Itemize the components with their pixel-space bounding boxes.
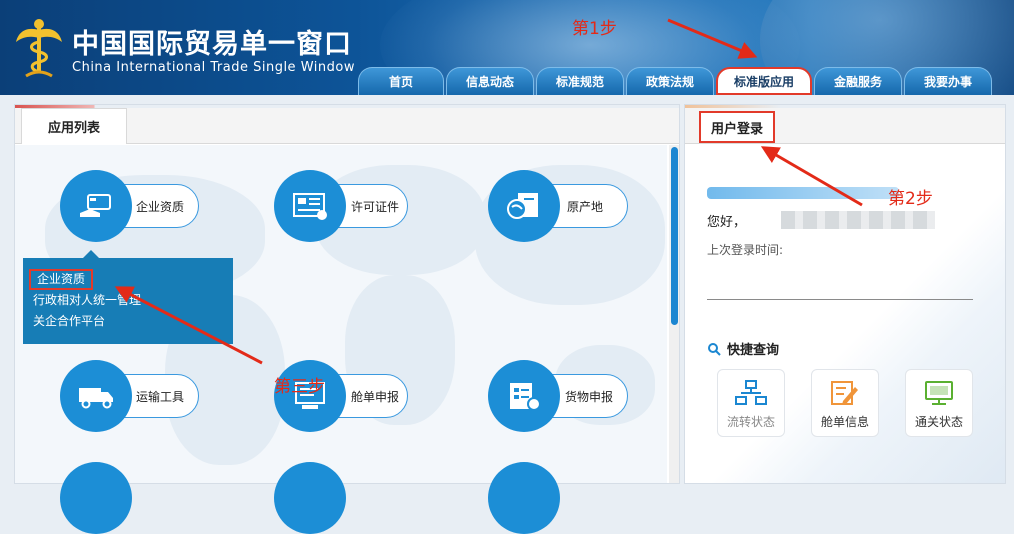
- search-icon: [708, 342, 721, 356]
- app-label: 运输工具: [136, 389, 185, 404]
- nav-tab-services[interactable]: 我要办事: [904, 67, 992, 95]
- nav-tab-standards[interactable]: 标准规范: [536, 67, 624, 95]
- app-icon-partial[interactable]: [488, 462, 560, 534]
- goods-package-icon[interactable]: [488, 360, 560, 432]
- blurred-username: [781, 211, 935, 229]
- origin-globe-icon[interactable]: [488, 170, 560, 242]
- edit-document-icon: [831, 381, 858, 405]
- app-icon-partial[interactable]: [274, 462, 346, 534]
- app-label: 企业资质: [136, 199, 185, 214]
- nav-tab-news[interactable]: 信息动态: [446, 67, 534, 95]
- tab-app-list[interactable]: 应用列表: [21, 108, 127, 144]
- dropdown-item-admin-counterpart[interactable]: 行政相对人统一管理: [33, 290, 223, 311]
- app-label: 许可证件: [351, 199, 400, 214]
- quick-clearance-status-button[interactable]: 通关状态: [905, 369, 973, 437]
- enterprise-card-icon[interactable]: [60, 170, 132, 242]
- site-header: 中国国际贸易单一窗口 China International Trade Sin…: [0, 0, 1014, 95]
- quick-button-label: 通关状态: [914, 415, 963, 429]
- annotation-step1: 第1步: [572, 19, 617, 39]
- nav-tab-standard-apps[interactable]: 标准版应用: [716, 67, 812, 95]
- customs-emblem-icon: [16, 19, 62, 78]
- quick-manifest-info-button[interactable]: 舱单信息: [811, 369, 879, 437]
- monitor-icon: [925, 381, 953, 405]
- quick-query-title: 快捷查询: [707, 339, 779, 358]
- enterprise-qualification-dropdown: 企业资质 行政相对人统一管理 关企合作平台: [23, 250, 233, 344]
- tab-user-login[interactable]: 用户登录: [699, 111, 775, 143]
- quick-button-label: 流转状态: [726, 415, 775, 429]
- license-document-icon[interactable]: [274, 170, 346, 242]
- quick-query-label: 快捷查询: [727, 343, 780, 358]
- site-title-en: China International Trade Single Window: [72, 60, 355, 75]
- truck-icon[interactable]: [60, 360, 132, 432]
- quick-transfer-status-button[interactable]: 流转状态: [717, 369, 785, 437]
- nav-tab-home[interactable]: 首页: [358, 67, 444, 95]
- site-title-cn: 中国国际贸易单一窗口: [72, 29, 352, 60]
- main-nav: 首页 信息动态 标准规范 政策法规 标准版应用 金融服务 我要办事: [358, 67, 994, 95]
- greeting-text: 您好，: [707, 215, 747, 230]
- quick-button-label: 舱单信息: [820, 415, 869, 429]
- scrollbar-thumb[interactable]: [671, 147, 678, 325]
- annotation-step2: 第2步: [888, 189, 933, 209]
- dropdown-item-enterprise-qualification[interactable]: 企业资质: [29, 269, 94, 290]
- app-icon-partial[interactable]: [60, 462, 132, 534]
- nav-tab-finance[interactable]: 金融服务: [814, 67, 902, 95]
- user-login-panel: 用户登录 您好， 上次登录时间: 快捷查询 流转状态 舱单信息 通关状态: [684, 104, 1006, 484]
- annotation-step3: 第三步: [274, 377, 325, 397]
- divider: [707, 299, 973, 300]
- last-login-label: 上次登录时间:: [707, 243, 784, 257]
- nav-tab-policies[interactable]: 政策法规: [626, 67, 714, 95]
- dropdown-caret: [83, 250, 99, 258]
- blurred-account-info: [707, 187, 899, 199]
- app-list-scrollbar[interactable]: [669, 145, 679, 483]
- network-flow-icon: [735, 380, 767, 405]
- app-label: 货物申报: [565, 389, 614, 404]
- dropdown-item-customs-enterprise-platform[interactable]: 关企合作平台: [33, 311, 223, 332]
- app-label: 舱单申报: [351, 389, 400, 404]
- app-label: 原产地: [567, 199, 604, 214]
- user-login-body: 您好， 上次登录时间: 快捷查询 流转状态 舱单信息 通关状态: [685, 145, 1005, 483]
